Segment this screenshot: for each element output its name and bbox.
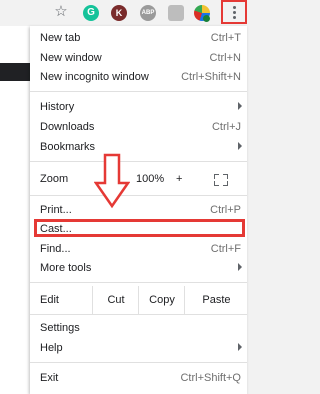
menu-item-settings[interactable]: Settings xyxy=(30,320,247,338)
menu-item-help[interactable]: Help xyxy=(30,340,247,358)
submenu-arrow-icon xyxy=(238,343,242,351)
grammarly-icon[interactable]: G xyxy=(83,5,99,21)
chrome-menu: New tab Ctrl+T New window Ctrl+N New inc… xyxy=(30,26,247,394)
abp-icon[interactable]: ABP xyxy=(140,5,156,21)
menu-item-label: More tools xyxy=(40,262,92,274)
edit-row: Edit Cut Copy Paste xyxy=(30,286,247,314)
shortcut-text: Ctrl+F xyxy=(210,243,241,255)
menu-item-label: New incognito window xyxy=(40,71,149,83)
fullscreen-icon[interactable] xyxy=(214,174,228,186)
menu-icon[interactable] xyxy=(221,0,247,24)
zoom-row: Zoom − 100% + xyxy=(30,166,247,194)
menu-item-print[interactable]: Print... Ctrl+P xyxy=(30,202,247,220)
page-dark-bar xyxy=(0,63,30,81)
paste-button[interactable]: Paste xyxy=(184,286,248,314)
down-arrow-icon xyxy=(94,153,130,209)
separator xyxy=(30,362,247,363)
separator xyxy=(30,161,247,162)
menu-item-new-window[interactable]: New window Ctrl+N xyxy=(30,50,247,68)
menu-item-label: Settings xyxy=(40,322,80,334)
cast-highlight-box xyxy=(34,219,245,237)
shortcut-text: Ctrl+Shift+N xyxy=(181,71,241,83)
edit-label: Edit xyxy=(40,294,59,306)
menu-item-history[interactable]: History xyxy=(30,99,247,117)
menu-item-label: Bookmarks xyxy=(40,141,96,153)
zoom-label: Zoom xyxy=(40,173,69,185)
shortcut-text: Ctrl+N xyxy=(209,52,241,64)
separator xyxy=(30,314,247,315)
shortcut-text: Ctrl+T xyxy=(210,32,241,44)
menu-item-label: History xyxy=(40,101,75,113)
menu-item-label: Print... xyxy=(40,204,72,216)
menu-item-label: New tab xyxy=(40,32,81,44)
separator xyxy=(30,282,247,283)
menu-item-more-tools[interactable]: More tools xyxy=(30,260,247,278)
shortcut-text: Ctrl+Shift+Q xyxy=(180,372,241,384)
cut-button[interactable]: Cut xyxy=(92,286,139,314)
menu-item-downloads[interactable]: Downloads Ctrl+J xyxy=(30,119,247,137)
status-badge xyxy=(203,15,210,22)
submenu-arrow-icon xyxy=(238,263,242,271)
menu-item-bookmarks[interactable]: Bookmarks xyxy=(30,139,247,157)
menu-item-new-tab[interactable]: New tab Ctrl+T xyxy=(30,30,247,48)
menu-item-new-incognito-window[interactable]: New incognito window Ctrl+Shift+N xyxy=(30,69,247,87)
submenu-arrow-icon xyxy=(238,142,242,150)
zoom-in-button[interactable]: + xyxy=(176,173,182,185)
menu-item-label: Exit xyxy=(40,372,59,384)
submenu-arrow-icon xyxy=(238,102,242,110)
page-background xyxy=(0,26,30,394)
menu-item-exit[interactable]: Exit Ctrl+Shift+Q xyxy=(30,370,247,388)
copy-button[interactable]: Copy xyxy=(138,286,185,314)
browser-toolbar: ☆ G K ABP xyxy=(0,0,247,26)
menu-item-label: New window xyxy=(40,52,102,64)
shortcut-text: Ctrl+P xyxy=(210,204,241,216)
menu-item-label: Help xyxy=(40,342,63,354)
star-icon[interactable]: ☆ xyxy=(53,4,69,20)
zoom-value: 100% xyxy=(136,173,165,185)
menu-item-find[interactable]: Find... Ctrl+F xyxy=(30,241,247,259)
separator xyxy=(30,195,247,196)
menu-item-label: Find... xyxy=(40,243,71,255)
shortcut-text: Ctrl+J xyxy=(211,121,241,133)
hexagon-extension-icon[interactable] xyxy=(168,5,184,21)
separator xyxy=(30,91,247,92)
k-extension-icon[interactable]: K xyxy=(111,5,127,21)
menu-item-label: Downloads xyxy=(40,121,95,133)
